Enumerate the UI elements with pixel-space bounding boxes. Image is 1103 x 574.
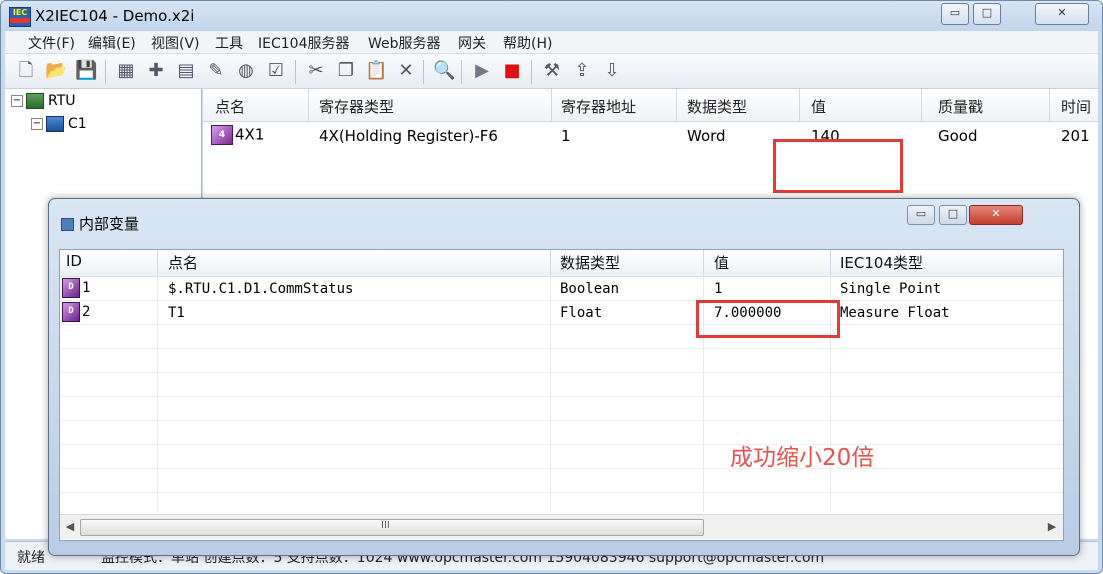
time-cell: 201 <box>1061 127 1090 145</box>
toolbar-separator <box>461 60 462 84</box>
menu-tools[interactable]: 工具 <box>215 33 243 53</box>
close-button[interactable]: ✕ <box>1035 3 1089 25</box>
variable-icon: D <box>62 302 80 322</box>
menu-edit[interactable]: 编辑(E) <box>88 33 136 53</box>
add-point-icon[interactable]: ▤ <box>175 60 197 82</box>
menu-iec104-server[interactable]: IEC104服务器 <box>258 33 349 53</box>
child-maximize-button[interactable]: □ <box>939 205 967 225</box>
tree-item-c1[interactable]: − C1 <box>31 116 87 132</box>
column-header[interactable]: 数据类型 <box>687 96 747 117</box>
menu-view[interactable]: 视图(V) <box>151 33 200 53</box>
status-ready: 就绪 <box>17 550 45 566</box>
find-icon[interactable]: 🔍 <box>433 60 455 82</box>
internal-variables-window: 内部变量 ▭ □ ✕ ID 点名 数据类型 值 IEC104类型 D 1 $.R… <box>48 198 1080 556</box>
column-header[interactable]: ID <box>66 252 82 270</box>
main-window: IEC X2IEC104 - Demo.x2i ▭ □ ✕ 文件(F) 编辑(E… <box>0 0 1103 574</box>
load-icon[interactable]: ⇪ <box>571 60 593 82</box>
id-cell: D2 <box>62 302 90 322</box>
grid-header: 点名 寄存器类型 寄存器地址 数据类型 值 质量戳 时间 <box>203 89 1098 122</box>
iec-type-cell: Single Point <box>840 281 942 297</box>
horizontal-scrollbar[interactable]: ◀ III ▶ <box>60 514 1063 539</box>
scrollbar-thumb[interactable]: III <box>80 519 704 536</box>
menu-web-server[interactable]: Web服务器 <box>368 33 441 53</box>
id-cell: D1 <box>62 278 90 298</box>
column-header[interactable]: 点名 <box>168 252 198 273</box>
cut-icon[interactable]: ✂ <box>305 60 327 82</box>
iec-type-cell: Measure Float <box>840 305 950 321</box>
add-group-icon[interactable]: ✎ <box>205 60 227 82</box>
column-header[interactable]: 点名 <box>215 96 245 117</box>
child-close-button[interactable]: ✕ <box>969 205 1023 225</box>
list-header: ID 点名 数据类型 值 IEC104类型 <box>60 250 1063 277</box>
value-highlight-box <box>773 139 903 193</box>
menu-bar: 文件(F) 编辑(E) 视图(V) 工具 IEC104服务器 Web服务器 网关… <box>5 31 1098 54</box>
add-tag-icon[interactable]: ◍ <box>235 60 257 82</box>
toolbar-separator <box>531 60 532 84</box>
window-icon <box>61 218 74 231</box>
properties-icon[interactable]: ☑ <box>265 60 287 82</box>
minimize-button[interactable]: ▭ <box>941 3 969 25</box>
menu-gateway[interactable]: 网关 <box>458 33 486 53</box>
copy-icon[interactable]: ❐ <box>335 60 357 82</box>
column-header[interactable]: 质量戳 <box>938 96 983 117</box>
child-minimize-button[interactable]: ▭ <box>907 205 935 225</box>
name-cell: $.RTU.C1.D1.CommStatus <box>168 281 354 297</box>
data-type-cell: Float <box>560 305 603 321</box>
collapse-icon[interactable]: − <box>31 118 43 130</box>
save-icon[interactable]: 💾 <box>75 60 97 82</box>
quality-cell: Good <box>938 127 978 145</box>
delete-icon[interactable]: ✕ <box>395 60 417 82</box>
scroll-left-icon[interactable]: ◀ <box>62 519 78 535</box>
tree-item-rtu[interactable]: − RTU <box>11 93 76 109</box>
title-bar: IEC X2IEC104 - Demo.x2i ▭ □ ✕ <box>1 1 1102 31</box>
new-file-icon[interactable]: 🗋 <box>15 60 37 82</box>
variable-icon: D <box>62 278 80 298</box>
rtu-icon <box>26 93 44 109</box>
column-header[interactable]: 值 <box>811 96 826 117</box>
variables-list: ID 点名 数据类型 值 IEC104类型 D 1 $.RTU.C1.D1.Co… <box>59 249 1064 541</box>
column-header[interactable]: 值 <box>714 252 729 273</box>
data-type-cell: Boolean <box>560 281 620 297</box>
menu-help[interactable]: 帮助(H) <box>503 33 552 53</box>
point-name-cell: 4 4X1 <box>211 125 264 145</box>
run-icon[interactable]: ▶ <box>471 60 493 82</box>
toolbar-separator <box>105 60 106 84</box>
maximize-button[interactable]: □ <box>973 3 1001 25</box>
menu-file[interactable]: 文件(F) <box>28 33 75 53</box>
collapse-icon[interactable]: − <box>11 95 23 107</box>
tools-icon[interactable]: ⚒ <box>541 60 563 82</box>
child-window-title: 内部变量 <box>79 215 140 233</box>
channel-icon <box>46 116 64 132</box>
toolbar-separator <box>423 60 424 84</box>
register-type-cell: 4X(Holding Register)-F6 <box>319 127 498 145</box>
window-title: X2IEC104 - Demo.x2i <box>35 7 195 25</box>
name-cell: T1 <box>168 305 185 321</box>
app-icon: IEC <box>9 7 31 27</box>
value-highlight-box <box>696 300 840 338</box>
add-device-icon[interactable]: ✚ <box>145 60 167 82</box>
stop-icon[interactable]: ■ <box>501 60 523 82</box>
add-channel-icon[interactable]: ▦ <box>115 60 137 82</box>
column-header[interactable]: 寄存器地址 <box>561 96 636 117</box>
toolbar-separator <box>295 60 296 84</box>
value-cell: 1 <box>714 281 723 297</box>
register-address-cell: 1 <box>561 127 571 145</box>
annotation-text: 成功缩小20倍 <box>730 445 875 471</box>
paste-icon[interactable]: 📋 <box>365 60 387 82</box>
column-header[interactable]: 寄存器类型 <box>319 96 394 117</box>
open-folder-icon[interactable]: 📂 <box>45 60 67 82</box>
download-icon[interactable]: ⇩ <box>601 60 623 82</box>
column-header[interactable]: 时间 <box>1061 96 1091 117</box>
column-header[interactable]: IEC104类型 <box>840 252 923 273</box>
toolbar: 🗋 📂 💾 ▦ ✚ ▤ ✎ ◍ ☑ ✂ ❐ 📋 ✕ 🔍 ▶ ■ ⚒ ⇪ ⇩ <box>5 54 1098 89</box>
data-type-cell: Word <box>687 127 726 145</box>
holding-register-icon: 4 <box>211 125 233 145</box>
scroll-right-icon[interactable]: ▶ <box>1044 519 1060 535</box>
column-header[interactable]: 数据类型 <box>560 252 620 273</box>
